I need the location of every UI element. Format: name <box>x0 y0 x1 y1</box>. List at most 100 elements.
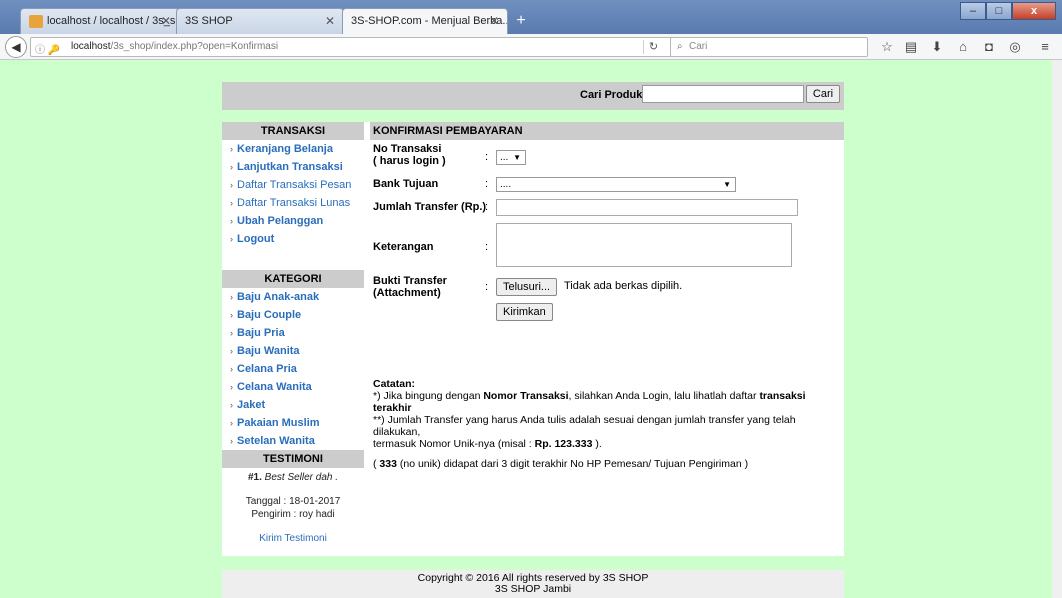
address-bar[interactable]: ⓘ 🔑 localhost/3s_shop/index.php?open=Kon… <box>30 37 702 57</box>
browser-tabbar: localhost / localhost / 3s_s... ✕ 3S SHO… <box>0 0 1062 34</box>
close-icon[interactable]: ✕ <box>161 9 171 33</box>
tab-label: 3S SHOP <box>185 15 233 27</box>
bank-label: Bank Tujuan <box>373 178 439 190</box>
testimoni-box: #1. Best Seller dah . Tanggal : 18-01-20… <box>222 468 364 544</box>
url-text: localhost/3s_shop/index.php?open=Konfirm… <box>71 41 278 52</box>
arrow-icon: › <box>230 144 233 154</box>
testimoni-meta: Tanggal : 18-01-2017 Pengirim : roy hadi <box>222 495 364 521</box>
tab-3s-shop[interactable]: 3S SHOP ✕ <box>176 8 344 34</box>
sidebar-item-ubah-pelanggan[interactable]: › Ubah Pelanggan <box>222 212 364 230</box>
site-header: Cari Produk Cari <box>222 82 844 110</box>
no-transaksi-label: No Transaksi ( harus login ) <box>373 143 446 167</box>
search-product-button[interactable]: Cari <box>806 85 840 103</box>
sidebar-item-baju-anak[interactable]: › Baju Anak-anak <box>222 288 364 306</box>
back-button[interactable]: ◀ <box>5 36 27 58</box>
pocket-icon[interactable]: ◘ <box>980 39 998 55</box>
row-keterangan: Keterangan : <box>370 221 844 271</box>
sidebar-item-celana-wanita[interactable]: › Celana Wanita <box>222 378 364 396</box>
row-bank: Bank Tujuan : .... ▼ <box>370 175 844 197</box>
maximize-button[interactable]: □ <box>986 2 1012 20</box>
menu-icon[interactable]: ≡ <box>1036 39 1054 55</box>
sidebar-item-lanjutkan[interactable]: › Lanjutkan Transaksi <box>222 158 364 176</box>
sidebar-item-baju-pria[interactable]: › Baju Pria <box>222 324 364 342</box>
arrow-icon: › <box>230 234 233 244</box>
arrow-icon: › <box>230 382 233 392</box>
arrow-icon: › <box>230 346 233 356</box>
bank-select[interactable]: .... ▼ <box>496 177 736 192</box>
home-icon[interactable]: ⌂ <box>954 39 972 55</box>
arrow-icon: › <box>230 328 233 338</box>
sidebar: TRANSAKSI › Keranjang Belanja › Lanjutkan … <box>222 122 364 544</box>
sidebar-item-pakaian-muslim[interactable]: › Pakaian Muslim <box>222 414 364 432</box>
row-no-transaksi: No Transaksi ( harus login ) : ... ▼ <box>370 143 844 175</box>
testimoni-number: #1. <box>247 472 262 483</box>
search-placeholder: Cari <box>689 41 708 52</box>
sidebar-item-jaket[interactable]: › Jaket <box>222 396 364 414</box>
arrow-icon: › <box>230 216 233 226</box>
sidebar-item-daftar-lunas[interactable]: › Daftar Transaksi Lunas <box>222 194 364 212</box>
notes-line-1: *) Jika bingung dengan Nomor Transaksi, … <box>373 390 806 414</box>
arrow-icon: › <box>230 436 233 446</box>
bookmark-star-icon[interactable]: ☆ <box>878 39 896 55</box>
sidebar-item-baju-couple[interactable]: › Baju Couple <box>222 306 364 324</box>
close-icon[interactable]: ✕ <box>325 9 335 33</box>
notes-title: Catatan: <box>373 378 416 390</box>
colon: : <box>485 201 489 213</box>
minimize-button[interactable]: – <box>960 2 986 20</box>
arrow-icon: › <box>230 418 233 428</box>
submit-button[interactable]: Kirimkan <box>496 303 553 321</box>
browse-file-button[interactable]: Telusuri... <box>496 278 558 296</box>
arrow-icon: › <box>230 180 233 190</box>
sidebar-item-setelan-wanita[interactable]: › Setelan Wanita <box>222 432 364 450</box>
row-submit: Kirimkan <box>370 297 844 321</box>
colon: : <box>485 241 489 253</box>
colon: : <box>485 151 489 163</box>
search-icon: ⌕ <box>677 41 683 52</box>
tab-3s-shop-active[interactable]: 3S-SHOP.com - Menjual Berba... ✕ <box>342 8 508 34</box>
main-area: TRANSAKSI › Keranjang Belanja › Lanjutkan … <box>222 122 844 556</box>
testimoni-entry: #1. Best Seller dah . <box>222 468 364 483</box>
keterangan-textarea[interactable] <box>496 223 792 267</box>
testimoni-text: Best Seller dah . <box>264 472 339 483</box>
chevron-down-icon: ▼ <box>723 180 731 189</box>
colon: : <box>485 178 489 190</box>
close-window-button[interactable]: x <box>1012 2 1056 20</box>
sidebar-item-logout[interactable]: › Logout <box>222 230 364 248</box>
close-icon[interactable]: ✕ <box>489 9 499 33</box>
arrow-icon: › <box>230 162 233 172</box>
notes-line-2: **) Jumlah Transfer yang harus Anda tuli… <box>373 414 796 438</box>
tab-phpmyadmin[interactable]: localhost / localhost / 3s_s... ✕ <box>20 8 180 34</box>
footer-location: 3S SHOP Jambi <box>494 583 572 595</box>
row-jumlah: Jumlah Transfer (Rp.) : <box>370 197 844 221</box>
notes-line-3: termasuk Nomor Unik-nya (misal : Rp. 123… <box>373 438 602 450</box>
new-tab-button[interactable]: + <box>510 11 532 31</box>
testimoni-heading: TESTIMONI <box>222 450 364 468</box>
browser-navbar: ◀ ⓘ 🔑 localhost/3s_shop/index.php?open=K… <box>0 34 1062 60</box>
reload-icon[interactable]: ↻ <box>643 40 663 54</box>
kirim-testimoni-link[interactable]: Kirim Testimoni <box>222 533 364 544</box>
sidebar-item-baju-wanita[interactable]: › Baju Wanita <box>222 342 364 360</box>
url-path: /3s_shop/index.php?open=Konfirmasi <box>110 41 279 52</box>
arrow-icon: › <box>230 292 233 302</box>
phpmyadmin-favicon-icon <box>29 15 43 28</box>
sidebar-item-celana-pria[interactable]: › Celana Pria <box>222 360 364 378</box>
browser-search-box[interactable]: ⌕ Cari <box>670 37 868 57</box>
no-transaksi-select[interactable]: ... ▼ <box>496 150 526 165</box>
info-lock-icon[interactable]: ⓘ 🔑 <box>35 41 60 56</box>
select-value: ... <box>500 152 509 163</box>
sidebar-item-daftar-pesan[interactable]: › Daftar Transaksi Pesan <box>222 176 364 194</box>
bukti-label: Bukti Transfer (Attachment) <box>373 275 447 299</box>
search-product-input[interactable] <box>642 85 804 103</box>
reading-list-icon[interactable]: ▤ <box>902 39 920 55</box>
arrow-icon: › <box>230 400 233 410</box>
addon-icon[interactable]: ◎ <box>1006 39 1024 55</box>
arrow-icon: › <box>230 198 233 208</box>
jumlah-transfer-input[interactable] <box>496 199 798 216</box>
url-host: localhost <box>71 41 111 52</box>
page-scrollbar[interactable] <box>1052 60 1062 598</box>
sidebar-item-keranjang[interactable]: › Keranjang Belanja <box>222 140 364 158</box>
notes-line-4: ( 333 (no unik) didapat dari 3 digit ter… <box>373 458 749 470</box>
download-icon[interactable]: ⬇ <box>928 39 946 55</box>
form-title: KONFIRMASI PEMBAYARAN <box>370 122 844 140</box>
tab-label: 3S-SHOP.com - Menjual Berba... <box>351 15 508 27</box>
